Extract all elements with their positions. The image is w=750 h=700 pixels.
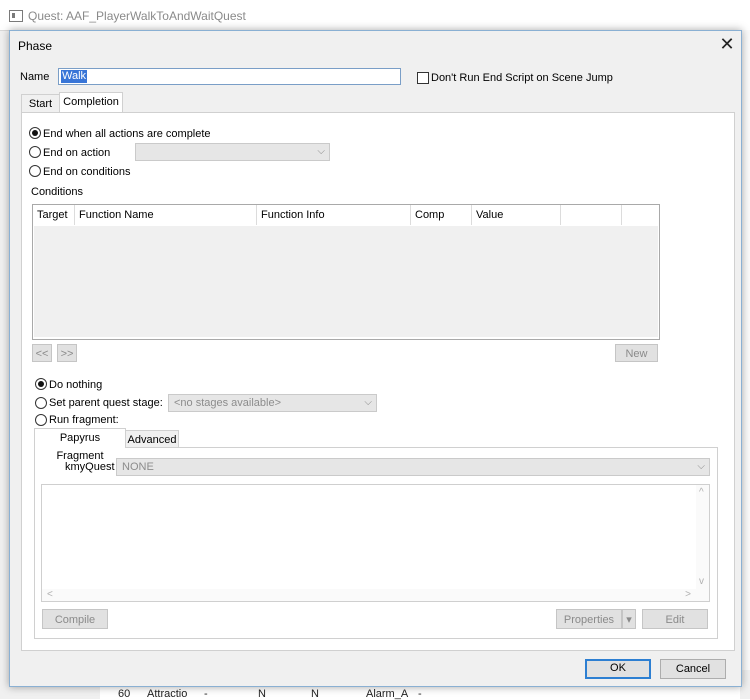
phase-dialog: Phase ✕ Name Walk Don't Run End Script o…	[9, 30, 742, 687]
conditions-label: Conditions	[31, 186, 83, 198]
conditions-table[interactable]: Target Function Name Function Info Comp …	[32, 204, 660, 340]
row-cell: N	[258, 688, 266, 700]
chevron-down-icon: ⌵	[364, 397, 372, 408]
background-table-row: 60 Attractio - N N Alarm_A -	[100, 686, 740, 700]
stage-select[interactable]: <no stages available> ⌵	[168, 394, 377, 412]
fragment-code-editor[interactable]: ^ v < >	[41, 484, 710, 602]
column-header-value[interactable]: Value	[472, 205, 561, 225]
name-input[interactable]: Walk	[58, 68, 401, 85]
prev-button[interactable]: <<	[32, 344, 52, 362]
scroll-down-icon[interactable]: v	[699, 576, 704, 587]
edit-button[interactable]: Edit	[642, 609, 708, 629]
background-titlebar: Quest: AAF_PlayerWalkToAndWaitQuest	[0, 0, 750, 31]
end-action-select[interactable]: ⌵	[135, 143, 330, 161]
chevron-down-icon: ▾	[626, 614, 632, 626]
background-window-title: Quest: AAF_PlayerWalkToAndWaitQuest	[28, 9, 246, 23]
window-icon	[9, 10, 23, 22]
column-header-comp[interactable]: Comp	[411, 205, 472, 225]
column-header-blank	[622, 205, 659, 225]
set-parent-label: Set parent quest stage:	[49, 397, 163, 409]
properties-button[interactable]: Properties	[556, 609, 622, 629]
end-action-radio[interactable]	[29, 146, 41, 158]
row-cell: -	[418, 688, 422, 700]
end-conditions-label: End on conditions	[43, 166, 131, 178]
kmyquest-select[interactable]: NONE ⌵	[116, 458, 710, 476]
compile-button[interactable]: Compile	[42, 609, 108, 629]
do-nothing-radio[interactable]	[35, 378, 47, 390]
kmyquest-value: NONE	[122, 461, 154, 473]
column-header-blank	[561, 205, 622, 225]
row-cell: Attractio	[147, 688, 188, 700]
row-cell: -	[204, 688, 208, 700]
scroll-right-icon[interactable]: >	[685, 589, 691, 600]
new-condition-button[interactable]: New	[615, 344, 658, 362]
properties-dropdown[interactable]: ▾	[622, 609, 636, 629]
chevron-down-icon: ⌵	[317, 146, 325, 157]
set-parent-radio[interactable]	[35, 397, 47, 409]
cancel-button[interactable]: Cancel	[660, 659, 726, 679]
row-cell: Alarm_A	[366, 688, 409, 700]
scroll-left-icon[interactable]: <	[47, 589, 53, 600]
row-cell: N	[311, 688, 319, 700]
close-icon[interactable]: ✕	[716, 35, 738, 55]
end-all-radio[interactable]	[29, 127, 41, 139]
end-all-label: End when all actions are complete	[43, 128, 211, 140]
run-fragment-radio[interactable]	[35, 414, 47, 426]
run-fragment-label: Run fragment:	[49, 414, 119, 426]
dont-run-checkbox[interactable]	[417, 72, 429, 84]
chevron-down-icon: ⌵	[697, 461, 705, 472]
name-label: Name	[20, 71, 50, 83]
table-body	[34, 226, 658, 337]
tab-papyrus-fragment[interactable]: Papyrus Fragment	[34, 428, 126, 462]
dialog-title: Phase	[18, 39, 53, 53]
name-value: Walk	[61, 70, 88, 83]
row-cell: 60	[118, 688, 131, 700]
vertical-scrollbar[interactable]: ^ v	[696, 485, 709, 601]
ok-button[interactable]: OK	[585, 659, 651, 679]
column-header-function-name[interactable]: Function Name	[75, 205, 257, 225]
column-header-function-info[interactable]: Function Info	[257, 205, 411, 225]
dont-run-label: Don't Run End Script on Scene Jump	[431, 72, 613, 84]
do-nothing-label: Do nothing	[49, 379, 103, 391]
end-action-label: End on action	[43, 147, 111, 159]
end-conditions-radio[interactable]	[29, 165, 41, 177]
table-header: Target Function Name Function Info Comp …	[33, 205, 659, 225]
column-header-target[interactable]: Target	[33, 205, 75, 225]
stage-placeholder: <no stages available>	[174, 397, 282, 409]
tab-start[interactable]: Start	[21, 94, 60, 113]
tab-completion[interactable]: Completion	[59, 92, 123, 112]
scroll-up-icon[interactable]: ^	[699, 487, 704, 498]
horizontal-scrollbar[interactable]: < >	[42, 589, 709, 601]
next-button[interactable]: >>	[57, 344, 77, 362]
